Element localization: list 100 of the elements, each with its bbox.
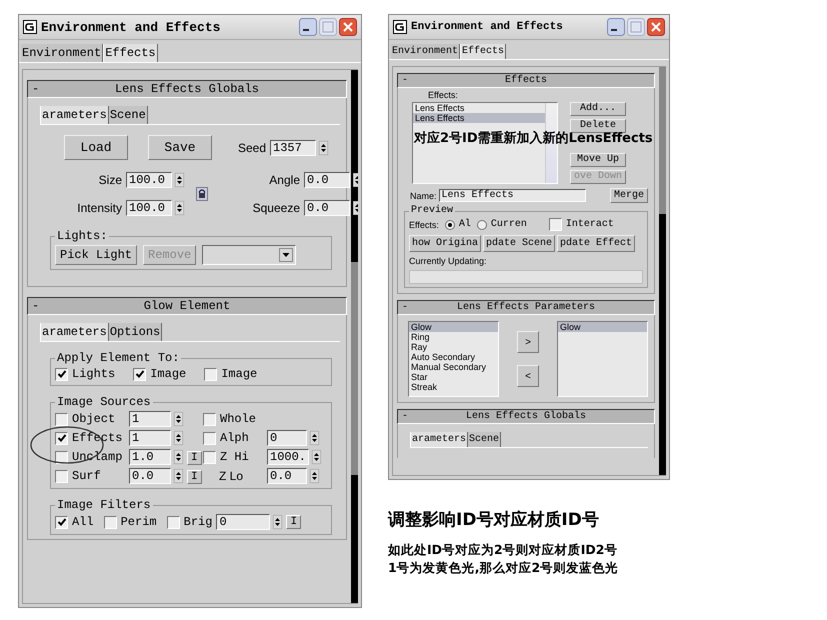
spinner-icon[interactable] [174, 450, 183, 464]
spinner-icon[interactable] [310, 431, 319, 445]
spinner-icon[interactable] [175, 173, 184, 187]
button[interactable]: pdate Scene [483, 235, 556, 252]
rollout-header[interactable]: - Glow Element [27, 297, 347, 315]
tab[interactable]: Effects [103, 44, 158, 62]
rollout-title: Lens Effects Parameters [456, 302, 596, 313]
tab[interactable]: Options [108, 323, 162, 341]
spinner-icon[interactable] [319, 140, 328, 154]
tab[interactable]: Effects [460, 44, 506, 59]
checkbox[interactable] [55, 368, 68, 380]
list-item[interactable]: Manual Secondary [409, 362, 498, 372]
input-field[interactable]: 1000. [267, 449, 310, 465]
checkbox[interactable] [55, 450, 68, 464]
input-field[interactable]: 0.0 [267, 468, 307, 484]
list-item[interactable]: Streak [409, 382, 498, 392]
instance-button[interactable]: I [286, 515, 302, 529]
button[interactable]: Move Up [570, 153, 626, 167]
checkbox[interactable] [203, 412, 216, 426]
tab[interactable]: Environment [391, 44, 460, 59]
input-field[interactable]: 1357 [270, 140, 316, 156]
spinner-icon[interactable] [273, 515, 282, 529]
spinner-icon[interactable] [174, 412, 183, 426]
scrollbar[interactable] [659, 67, 666, 475]
close-icon[interactable] [647, 18, 665, 36]
name-field[interactable]: Lens Effects [438, 189, 586, 202]
radio-button[interactable] [444, 220, 455, 230]
collapse-toggle[interactable]: - [402, 302, 416, 313]
pick-light-button[interactable]: Pick Light [55, 245, 138, 265]
list-item[interactable]: Glow [409, 322, 498, 332]
button[interactable]: Add... [570, 102, 626, 116]
tab[interactable]: Scene [468, 432, 502, 447]
checkbox[interactable] [203, 432, 216, 444]
spinner-icon[interactable] [174, 431, 183, 445]
rollout-header[interactable]: - Effects [397, 73, 655, 88]
field-label: Size [98, 173, 122, 187]
tab[interactable]: Scene [108, 106, 148, 124]
checkbox[interactable] [548, 218, 562, 231]
collapse-toggle[interactable]: - [402, 75, 416, 86]
checkbox[interactable] [104, 516, 117, 528]
list-item[interactable]: Auto Secondary [409, 352, 498, 362]
input-field[interactable]: 0 [216, 514, 270, 530]
list-item[interactable]: Star [409, 372, 498, 382]
minimize-icon[interactable] [607, 18, 625, 36]
tab[interactable]: arameters [410, 432, 468, 447]
tab[interactable]: arameters [40, 106, 109, 124]
rollout-header[interactable]: - Lens Effects Globals [27, 80, 347, 98]
checkbox[interactable] [204, 368, 218, 380]
rollout-header[interactable]: - Lens Effects Globals [397, 409, 655, 424]
spinner-icon[interactable] [175, 201, 184, 215]
checkbox[interactable] [203, 450, 216, 464]
input-field[interactable]: 0.0 [304, 200, 350, 216]
dropdown[interactable] [202, 245, 296, 265]
input-field[interactable]: 100.0 [126, 172, 172, 188]
input-field[interactable]: 1 [129, 430, 171, 446]
collapse-toggle[interactable]: - [32, 299, 46, 313]
checkbox[interactable] [166, 516, 180, 528]
close-icon[interactable] [339, 18, 357, 36]
input-field[interactable]: 0.0 [129, 468, 171, 484]
list-item[interactable]: Ray [409, 342, 498, 352]
checkbox[interactable] [55, 412, 68, 426]
scrollbar[interactable] [351, 70, 358, 603]
input-field[interactable]: 0.0 [304, 172, 350, 188]
load-button[interactable]: Load [64, 135, 128, 160]
checkbox-label: Surf [72, 469, 101, 483]
tab[interactable]: Environment [21, 44, 104, 62]
input-field[interactable]: 0 [267, 430, 307, 446]
add-button[interactable]: > [517, 331, 539, 353]
radio-button[interactable] [476, 220, 487, 230]
collapse-toggle[interactable]: - [32, 82, 46, 96]
remove-button[interactable]: < [517, 365, 539, 387]
tab[interactable]: arameters [40, 323, 109, 341]
field-label: Currently Updating: [409, 256, 487, 266]
collapse-toggle[interactable]: - [402, 411, 416, 422]
checkbox[interactable] [55, 470, 68, 482]
list-item[interactable]: Glow [558, 322, 647, 332]
rollout-header[interactable]: - Lens Effects Parameters [397, 300, 655, 315]
spinner-icon[interactable] [174, 469, 183, 483]
list-item[interactable]: Ring [409, 332, 498, 342]
button[interactable]: pdate Effect [557, 235, 636, 252]
instance-button[interactable]: I [187, 470, 202, 484]
checkbox[interactable] [55, 432, 68, 444]
spinner-icon[interactable] [310, 469, 319, 483]
minimize-icon[interactable] [299, 18, 317, 36]
radio-label: Al [458, 219, 471, 230]
checkbox[interactable] [133, 368, 146, 380]
save-button[interactable]: Save [148, 135, 212, 160]
checkbox-label: Alph [220, 431, 249, 445]
button[interactable]: Delete [570, 119, 626, 133]
button[interactable]: how Origina [409, 235, 482, 252]
input-field[interactable]: 100.0 [126, 200, 172, 216]
list-item[interactable]: Lens Effects [413, 103, 545, 113]
checkbox[interactable] [55, 516, 68, 528]
input-field[interactable]: 1 [129, 411, 171, 427]
spinner-icon[interactable] [312, 450, 322, 464]
merge-button[interactable]: Merge [610, 188, 648, 203]
input-field[interactable]: 1.0 [129, 449, 171, 465]
list-item[interactable]: Lens Effects [413, 113, 545, 123]
instance-button[interactable]: I [187, 450, 202, 464]
lock-icon[interactable] [196, 187, 208, 201]
